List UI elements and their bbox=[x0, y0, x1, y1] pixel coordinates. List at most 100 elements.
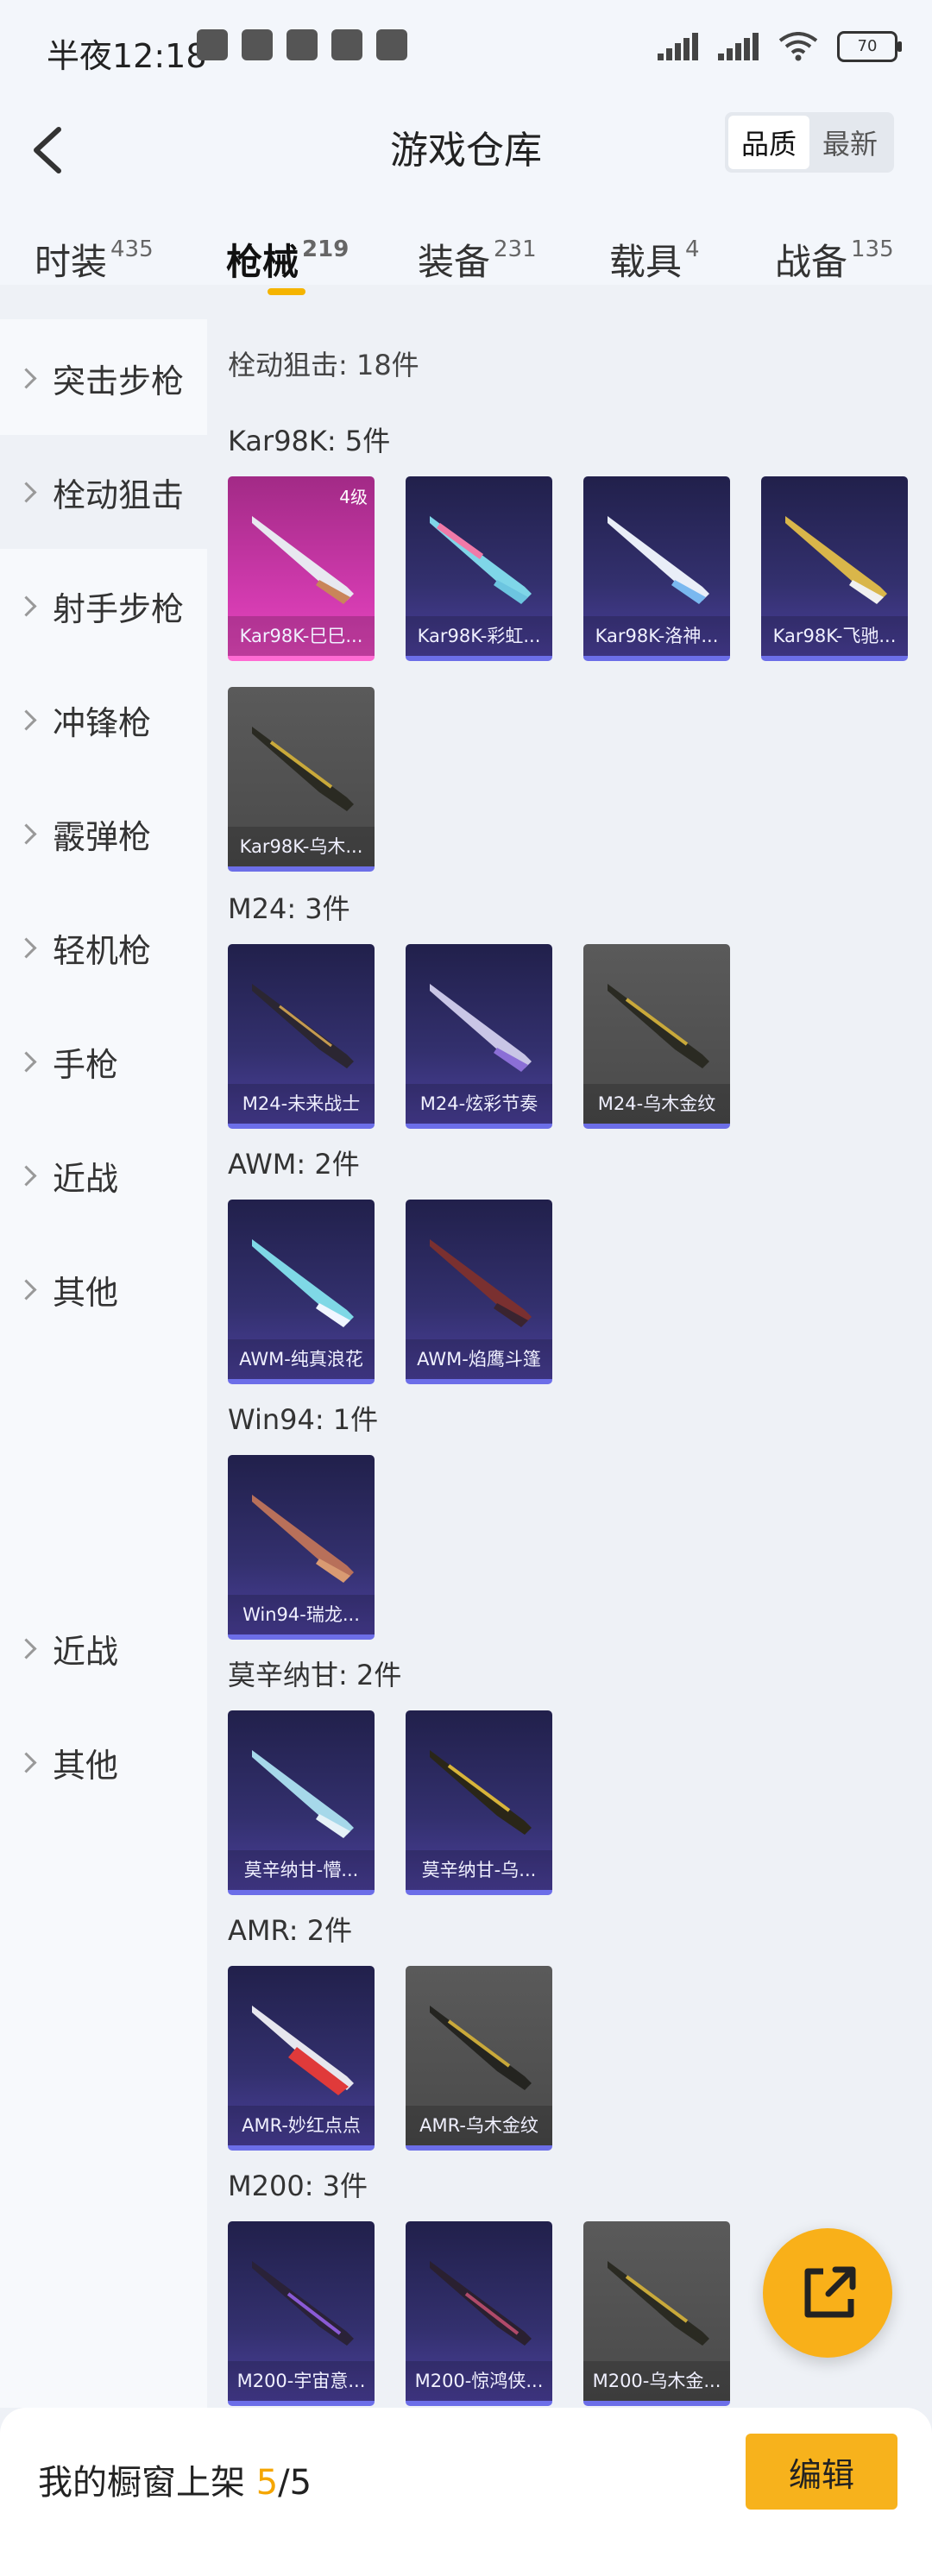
item-name: 莫辛纳甘-懵... bbox=[228, 1850, 375, 1890]
showcase-footer: 我的橱窗上架 5/5 编辑 bbox=[0, 2408, 932, 2576]
tab-fashion[interactable]: 时装 435 bbox=[35, 233, 154, 286]
showcase-current: 5 bbox=[255, 2463, 279, 2503]
tab-count: 135 bbox=[851, 236, 894, 262]
item-name: Kar98K-巳巳... bbox=[228, 616, 375, 656]
chevron-right-icon bbox=[16, 367, 37, 389]
sidebar-item-label: 冲锋枪 bbox=[53, 703, 152, 742]
group-label: Win94: 1件 bbox=[228, 1403, 379, 1436]
rifle-image bbox=[608, 516, 709, 604]
item-card[interactable]: M200-惊鸿侠... bbox=[406, 2221, 552, 2406]
sidebar-item-bolt-sniper[interactable]: 栓动狙击 bbox=[0, 435, 207, 549]
sidebar-item-melee[interactable]: 近战 bbox=[0, 1118, 207, 1232]
item-name: M200-乌木金... bbox=[583, 2361, 730, 2401]
status-time: 半夜12:18 bbox=[47, 37, 207, 75]
item-name: Win94-瑞龙... bbox=[228, 1595, 375, 1634]
item-card[interactable]: M24-炫彩节奏 bbox=[406, 944, 552, 1129]
sidebar-item-smg[interactable]: 冲锋枪 bbox=[0, 663, 207, 777]
item-name: Kar98K-彩虹... bbox=[406, 616, 552, 656]
item-card[interactable]: Win94-瑞龙... bbox=[228, 1455, 375, 1640]
rifle-image bbox=[252, 516, 354, 604]
rifle-image bbox=[252, 1239, 354, 1327]
rifle-image bbox=[430, 1750, 532, 1835]
tab-label: 枪械 bbox=[226, 241, 299, 283]
group-label: Kar98K: 5件 bbox=[228, 425, 391, 457]
item-name: AWM-纯真浪花 bbox=[228, 1339, 375, 1379]
item-name: AWM-焰鹰斗篷 bbox=[406, 1339, 552, 1379]
item-card[interactable]: Kar98K-飞驰... bbox=[761, 476, 908, 661]
rifle-image bbox=[252, 1495, 354, 1583]
item-card[interactable]: 4级 Kar98K-巳巳... bbox=[228, 476, 375, 661]
item-name: M200-宇宙意... bbox=[228, 2361, 375, 2401]
nfc-icon bbox=[242, 29, 273, 60]
sidebar-item-pistol[interactable]: 手枪 bbox=[0, 1005, 207, 1118]
item-card[interactable]: M200-宇宙意... bbox=[228, 2221, 375, 2406]
rifle-image bbox=[252, 2006, 354, 2095]
sidebar-item-shotgun[interactable]: 霰弹枪 bbox=[0, 777, 207, 891]
item-card[interactable]: Kar98K-洛神... bbox=[583, 476, 730, 661]
rifle-image bbox=[252, 2261, 354, 2346]
signal-icon bbox=[718, 33, 759, 60]
wifi-icon bbox=[778, 32, 818, 61]
chevron-right-icon bbox=[16, 1751, 37, 1773]
item-grid: 栓动狙击: 18件 Kar98K: 5件 4级 Kar98K-巳巳... Kar… bbox=[207, 319, 932, 2408]
item-card[interactable]: 莫辛纳甘-懵... bbox=[228, 1710, 375, 1895]
sidebar-item-other[interactable]: 其他 bbox=[0, 1232, 207, 1346]
notification-icons bbox=[197, 29, 407, 60]
sidebar-item-marksman-rifle[interactable]: 射手步枪 bbox=[0, 549, 207, 663]
item-name: Kar98K-飞驰... bbox=[761, 616, 908, 656]
app-icon bbox=[331, 29, 362, 60]
tab-guns[interactable]: 枪械 219 bbox=[226, 233, 349, 286]
sidebar-item-other[interactable]: 其他 bbox=[0, 1705, 207, 1819]
showcase-total: 5 bbox=[289, 2463, 312, 2503]
item-name: AMR-妙红点点 bbox=[228, 2106, 375, 2145]
item-card[interactable]: AMR-妙红点点 bbox=[228, 1966, 375, 2151]
sidebar-item-melee[interactable]: 近战 bbox=[0, 1591, 207, 1705]
sidebar-item-lmg[interactable]: 轻机枪 bbox=[0, 891, 207, 1005]
chevron-right-icon bbox=[16, 1050, 37, 1073]
battery-icon: 70 bbox=[837, 31, 902, 62]
sidebar: 突击步枪 栓动狙击 射手步枪 冲锋枪 霰弹枪 轻机枪 手枪 近战 其他 近战 其… bbox=[0, 319, 207, 2408]
rifle-image bbox=[785, 516, 887, 604]
tab-battle-gear[interactable]: 战备 135 bbox=[775, 233, 894, 286]
category-tabs: 时装 435 枪械 219 装备 231 载具 4 战备 135 bbox=[0, 233, 932, 328]
tab-equipment[interactable]: 装备 231 bbox=[418, 233, 537, 286]
tab-count: 4 bbox=[685, 236, 700, 262]
system-icons: 70 bbox=[658, 31, 902, 62]
rifle-image bbox=[608, 2261, 709, 2346]
sidebar-item-label: 轻机枪 bbox=[53, 931, 152, 970]
group-label: M24: 3件 bbox=[228, 892, 350, 925]
share-button[interactable] bbox=[763, 2228, 892, 2358]
edit-button[interactable]: 编辑 bbox=[746, 2434, 897, 2510]
sidebar-item-label: 近战 bbox=[53, 1159, 119, 1198]
item-name: M24-乌木金纹 bbox=[583, 1084, 730, 1124]
item-card[interactable]: AWM-纯真浪花 bbox=[228, 1200, 375, 1384]
item-card[interactable]: M24-未来战士 bbox=[228, 944, 375, 1129]
item-card[interactable]: Kar98K-乌木... bbox=[228, 687, 375, 872]
item-card[interactable]: 莫辛纳甘-乌... bbox=[406, 1710, 552, 1895]
chevron-right-icon bbox=[16, 822, 37, 845]
tab-label: 载具 bbox=[609, 241, 683, 283]
item-card[interactable]: Kar98K-彩虹... bbox=[406, 476, 552, 661]
share-icon bbox=[804, 2266, 856, 2318]
item-card[interactable]: AMR-乌木金纹 bbox=[406, 1966, 552, 2151]
sidebar-item-label: 突击步枪 bbox=[53, 362, 185, 400]
chevron-right-icon bbox=[16, 1637, 37, 1660]
item-card[interactable]: M24-乌木金纹 bbox=[583, 944, 730, 1129]
tab-count: 231 bbox=[494, 236, 537, 262]
wechat-icon bbox=[287, 29, 318, 60]
chevron-right-icon bbox=[16, 936, 37, 959]
item-name: Kar98K-洛神... bbox=[583, 616, 730, 656]
tab-count: 435 bbox=[110, 236, 154, 262]
sort-option-newest[interactable]: 最新 bbox=[809, 116, 891, 169]
item-card[interactable]: M200-乌木金... bbox=[583, 2221, 730, 2406]
sort-option-quality[interactable]: 品质 bbox=[728, 116, 809, 169]
showcase-status: 我的橱窗上架 5/5 bbox=[38, 2454, 312, 2504]
sidebar-item-assault-rifle[interactable]: 突击步枪 bbox=[0, 321, 207, 435]
showcase-separator: / bbox=[278, 2463, 290, 2503]
tab-vehicles[interactable]: 载具 4 bbox=[609, 233, 700, 286]
chevron-right-icon bbox=[16, 595, 37, 617]
tab-label: 战备 bbox=[775, 241, 848, 283]
rifle-image bbox=[430, 2261, 532, 2346]
chevron-right-icon bbox=[16, 1278, 37, 1301]
item-card[interactable]: AWM-焰鹰斗篷 bbox=[406, 1200, 552, 1384]
